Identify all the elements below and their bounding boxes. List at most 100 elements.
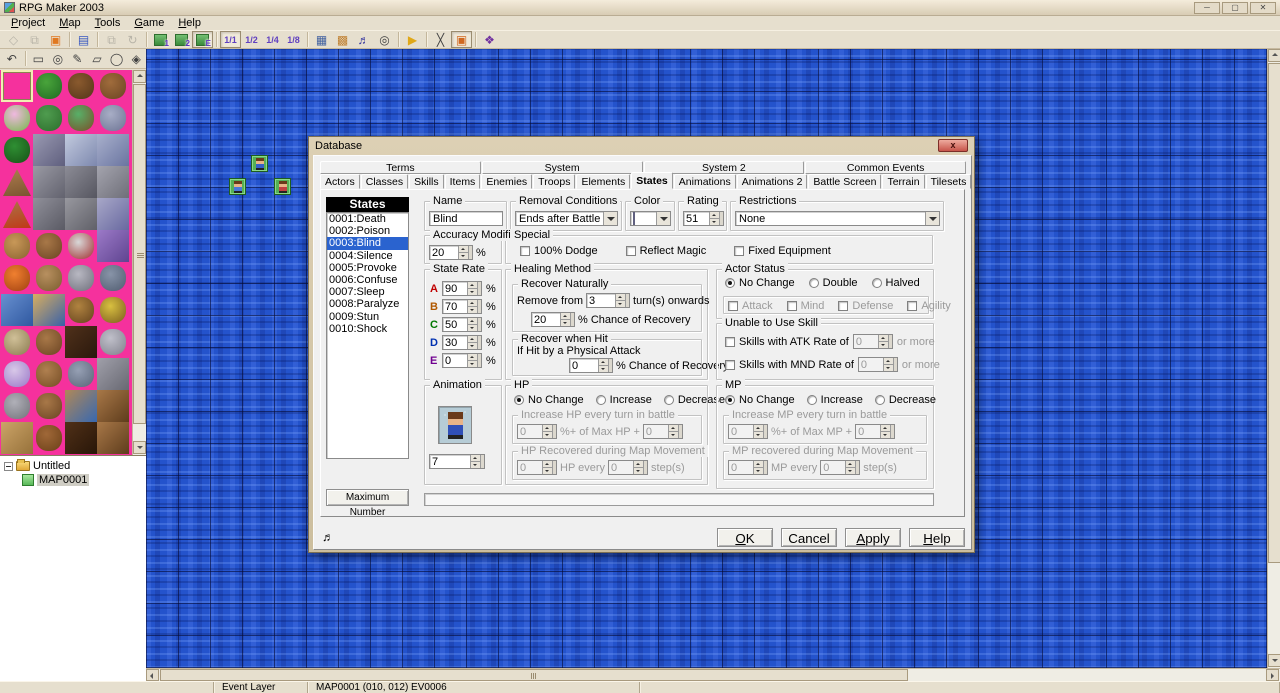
palette-tile[interactable]: [65, 230, 97, 262]
name-input[interactable]: Blind: [429, 211, 503, 226]
palette-tile[interactable]: [33, 166, 65, 198]
state-rate-spinner[interactable]: 30: [442, 335, 482, 350]
tab-battle-screen[interactable]: Battle Screen: [808, 174, 881, 189]
tab-elements[interactable]: Elements: [576, 174, 630, 189]
state-rate-spinner[interactable]: 0: [442, 353, 482, 368]
palette-tile[interactable]: [33, 198, 65, 230]
palette-tile[interactable]: [1, 134, 33, 166]
zoom-1-2-button[interactable]: 1/2: [241, 31, 262, 48]
state-list-item[interactable]: 0003:Blind: [327, 237, 408, 249]
search-button[interactable]: ◎: [374, 31, 395, 48]
palette-tile[interactable]: [1, 294, 33, 326]
palette-tile[interactable]: [33, 358, 65, 390]
show-title-button[interactable]: ▣: [451, 31, 472, 48]
tab-states[interactable]: States: [631, 172, 673, 189]
palette-tile[interactable]: [65, 70, 97, 102]
scroll-down-icon[interactable]: [1268, 654, 1280, 667]
zoom-tool[interactable]: ◎: [48, 50, 68, 67]
state-list-item[interactable]: 0006:Confuse: [327, 274, 408, 286]
palette-tile[interactable]: [65, 294, 97, 326]
palette-tile[interactable]: [65, 198, 97, 230]
spin-down-icon[interactable]: [468, 306, 477, 313]
map-horizontal-scrollbar[interactable]: [146, 668, 1280, 681]
palette-tile[interactable]: [33, 390, 65, 422]
zoom-1-1-button[interactable]: 1/1: [220, 31, 241, 48]
chevron-down-icon[interactable]: [925, 212, 939, 225]
maximize-button[interactable]: ▢: [1222, 2, 1248, 14]
radio-icon[interactable]: [875, 395, 885, 405]
accuracy-spinner[interactable]: 20: [429, 245, 473, 260]
spinner-buttons[interactable]: [458, 246, 468, 259]
palette-tile[interactable]: [33, 262, 65, 294]
spinner-buttons[interactable]: [470, 455, 480, 468]
palette-tile[interactable]: [97, 230, 129, 262]
color-select[interactable]: [630, 211, 671, 226]
tab-tilesets[interactable]: Tilesets: [926, 174, 972, 189]
music-button[interactable]: ♬: [353, 31, 374, 48]
spinner-buttons[interactable]: [615, 294, 625, 307]
animation-spinner[interactable]: 7: [429, 454, 485, 469]
map-event[interactable]: [274, 178, 291, 195]
event-layer-button[interactable]: E: [192, 31, 213, 48]
palette-tile[interactable]: [97, 390, 129, 422]
radio-icon[interactable]: [872, 278, 882, 288]
state-list-item[interactable]: 0009:Stun: [327, 311, 408, 323]
palette-tile[interactable]: [1, 326, 33, 358]
palette-tile[interactable]: [33, 326, 65, 358]
spin-down-icon[interactable]: [471, 461, 480, 468]
palette-tile[interactable]: [97, 70, 129, 102]
restrictions-select[interactable]: None: [735, 211, 940, 226]
spin-down-icon[interactable]: [710, 218, 719, 225]
checkbox-icon[interactable]: [734, 246, 744, 256]
checkbox-icon[interactable]: [725, 337, 735, 347]
tab-actors[interactable]: Actors: [320, 174, 360, 189]
checkbox-icon[interactable]: [626, 246, 636, 256]
palette-tile[interactable]: [97, 294, 129, 326]
state-list-item[interactable]: 0001:Death: [327, 213, 408, 225]
palette-tile[interactable]: [33, 230, 65, 262]
undo-tool[interactable]: ↶: [2, 50, 22, 67]
map-vertical-scrollbar[interactable]: [1267, 49, 1280, 668]
state-list-item[interactable]: 0005:Provoke: [327, 262, 408, 274]
palette-scrollbar[interactable]: [132, 70, 146, 455]
v-scroll-thumb[interactable]: [1268, 63, 1280, 563]
chevron-down-icon[interactable]: [603, 212, 617, 225]
menu-project[interactable]: Project: [4, 17, 52, 30]
spinner-buttons[interactable]: [560, 313, 570, 326]
tab-skills[interactable]: Skills: [409, 174, 444, 189]
radio-icon[interactable]: [514, 395, 524, 405]
palette-tile[interactable]: [1, 358, 33, 390]
palette-tile[interactable]: [33, 134, 65, 166]
spinner-buttons[interactable]: [467, 300, 477, 313]
ok-button[interactable]: OK: [717, 528, 773, 547]
palette-tile[interactable]: [97, 358, 129, 390]
spin-down-icon[interactable]: [468, 360, 477, 367]
playtest-button[interactable]: ▶: [402, 31, 423, 48]
select-tool[interactable]: ▭: [29, 50, 49, 67]
zoom-1-4-button[interactable]: 1/4: [262, 31, 283, 48]
palette-tile[interactable]: [65, 102, 97, 134]
minimize-button[interactable]: ─: [1194, 2, 1220, 14]
close-project-button[interactable]: ▣: [45, 31, 66, 48]
palette-tile[interactable]: [1, 422, 33, 454]
fullscreen-button[interactable]: ╳: [430, 31, 451, 48]
close-button[interactable]: ✕: [1250, 2, 1276, 14]
radio-icon[interactable]: [664, 395, 674, 405]
radio-icon[interactable]: [807, 395, 817, 405]
state-list-item[interactable]: 0010:Shock: [327, 323, 408, 335]
tree-root-untitled[interactable]: Untitled: [0, 459, 146, 473]
palette-tile[interactable]: [97, 422, 129, 454]
menu-game[interactable]: Game: [127, 17, 171, 30]
state-rate-spinner[interactable]: 90: [442, 281, 482, 296]
maximum-number-button[interactable]: Maximum Number: [326, 489, 409, 506]
menu-tools[interactable]: Tools: [88, 17, 128, 30]
radio-icon[interactable]: [809, 278, 819, 288]
spinner-buttons[interactable]: [598, 359, 608, 372]
natural-chance-spinner[interactable]: 20: [531, 312, 575, 327]
rectangle-tool[interactable]: ▱: [87, 50, 107, 67]
tab-enemies[interactable]: Enemies: [481, 174, 532, 189]
palette-tile[interactable]: [65, 166, 97, 198]
palette-tile[interactable]: [97, 134, 129, 166]
h-scroll-thumb[interactable]: [160, 669, 908, 681]
tree-item-map0001[interactable]: MAP0001: [0, 473, 146, 487]
